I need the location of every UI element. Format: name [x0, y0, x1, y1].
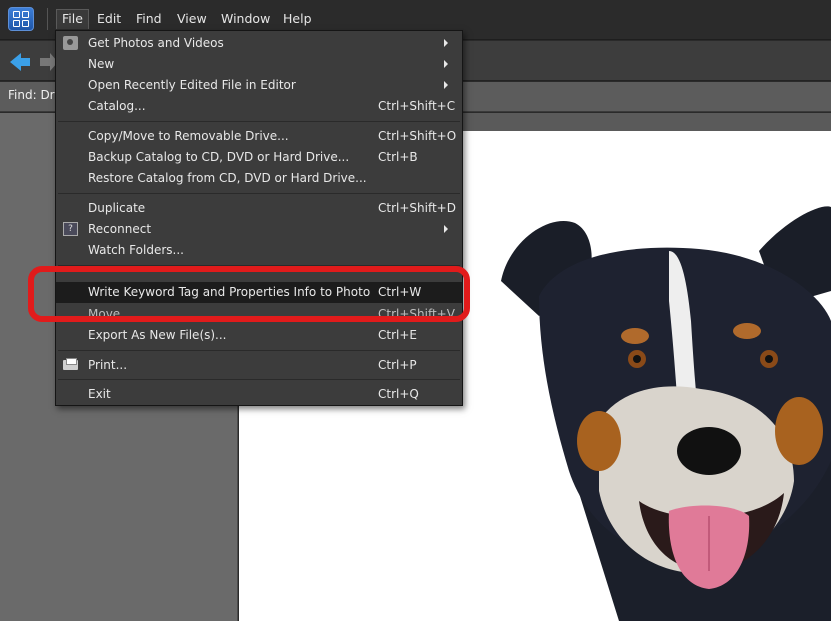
menu-item-label: Exit — [88, 387, 111, 401]
menu-item-get-photos[interactable]: Get Photos and Videos — [56, 33, 462, 54]
menu-edit[interactable]: Edit — [92, 9, 126, 29]
menu-item-shortcut: Ctrl+Shift+D — [378, 201, 456, 215]
menu-item-label: New — [88, 57, 115, 71]
menu-item-label: Get Photos and Videos — [88, 36, 224, 50]
menu-item-shortcut: Ctrl+Shift+O — [378, 129, 457, 143]
menu-item-label: Reconnect — [88, 222, 152, 236]
menu-item-label: Duplicate — [88, 201, 146, 215]
organizer-logo-icon[interactable] — [8, 7, 34, 31]
menu-item-new[interactable]: New — [56, 54, 462, 75]
menu-file[interactable]: File — [56, 9, 89, 29]
menu-item-watch-folders[interactable]: Watch Folders... — [56, 240, 462, 261]
menu-item-label: Catalog... — [88, 99, 146, 113]
menu-item-label: Copy/Move to Removable Drive... — [88, 129, 289, 143]
menu-item-restore-catalog[interactable]: Restore Catalog from CD, DVD or Hard Dri… — [56, 168, 462, 189]
menu-item-label: Export As New File(s)... — [88, 328, 227, 342]
menu-separator — [58, 121, 460, 122]
question-icon: ? — [63, 222, 78, 236]
menu-item-shortcut: Ctrl+B — [378, 150, 418, 164]
menu-window[interactable]: Window — [216, 9, 275, 29]
menu-item-duplicate[interactable]: Duplicate Ctrl+Shift+D — [56, 198, 462, 219]
menu-item-shortcut: Ctrl+E — [378, 328, 417, 342]
menu-separator — [58, 350, 460, 351]
menu-item-backup-catalog[interactable]: Backup Catalog to CD, DVD or Hard Drive.… — [56, 147, 462, 168]
menu-item-exit[interactable]: Exit Ctrl+Q — [56, 384, 462, 405]
menu-item-label: Backup Catalog to CD, DVD or Hard Drive.… — [88, 150, 350, 164]
submenu-arrow-icon — [444, 39, 448, 47]
file-menu-dropdown: Get Photos and Videos New Open Recently … — [55, 30, 463, 406]
submenu-arrow-icon — [444, 60, 448, 68]
menu-item-shortcut: Ctrl+P — [378, 358, 417, 372]
submenu-arrow-icon — [444, 81, 448, 89]
highlight-ring-annotation — [28, 266, 470, 322]
menu-item-export[interactable]: Export As New File(s)... Ctrl+E — [56, 325, 462, 346]
menu-item-shortcut: Ctrl+Q — [378, 387, 419, 401]
menubar-divider — [47, 8, 48, 30]
menu-view[interactable]: View — [172, 9, 212, 29]
find-label: Find: Dr — [8, 88, 55, 102]
submenu-arrow-icon — [444, 225, 448, 233]
menu-find[interactable]: Find — [131, 9, 167, 29]
menu-separator — [58, 193, 460, 194]
printer-icon — [63, 358, 78, 370]
camera-icon — [63, 36, 78, 50]
menu-item-catalog[interactable]: Catalog... Ctrl+Shift+C — [56, 96, 462, 117]
menu-item-copy-move[interactable]: Copy/Move to Removable Drive... Ctrl+Shi… — [56, 126, 462, 147]
menu-item-label: Print... — [88, 358, 128, 372]
menu-item-label: Restore Catalog from CD, DVD or Hard Dri… — [88, 171, 367, 185]
menu-separator — [58, 379, 460, 380]
menu-item-label: Open Recently Edited File in Editor — [88, 78, 296, 92]
menu-item-open-recent[interactable]: Open Recently Edited File in Editor — [56, 75, 462, 96]
menu-item-reconnect[interactable]: ? Reconnect — [56, 219, 462, 240]
menu-item-shortcut: Ctrl+Shift+C — [378, 99, 456, 113]
menu-help[interactable]: Help — [278, 9, 317, 29]
menu-item-label: Watch Folders... — [88, 243, 184, 257]
menu-item-print[interactable]: Print... Ctrl+P — [56, 355, 462, 376]
